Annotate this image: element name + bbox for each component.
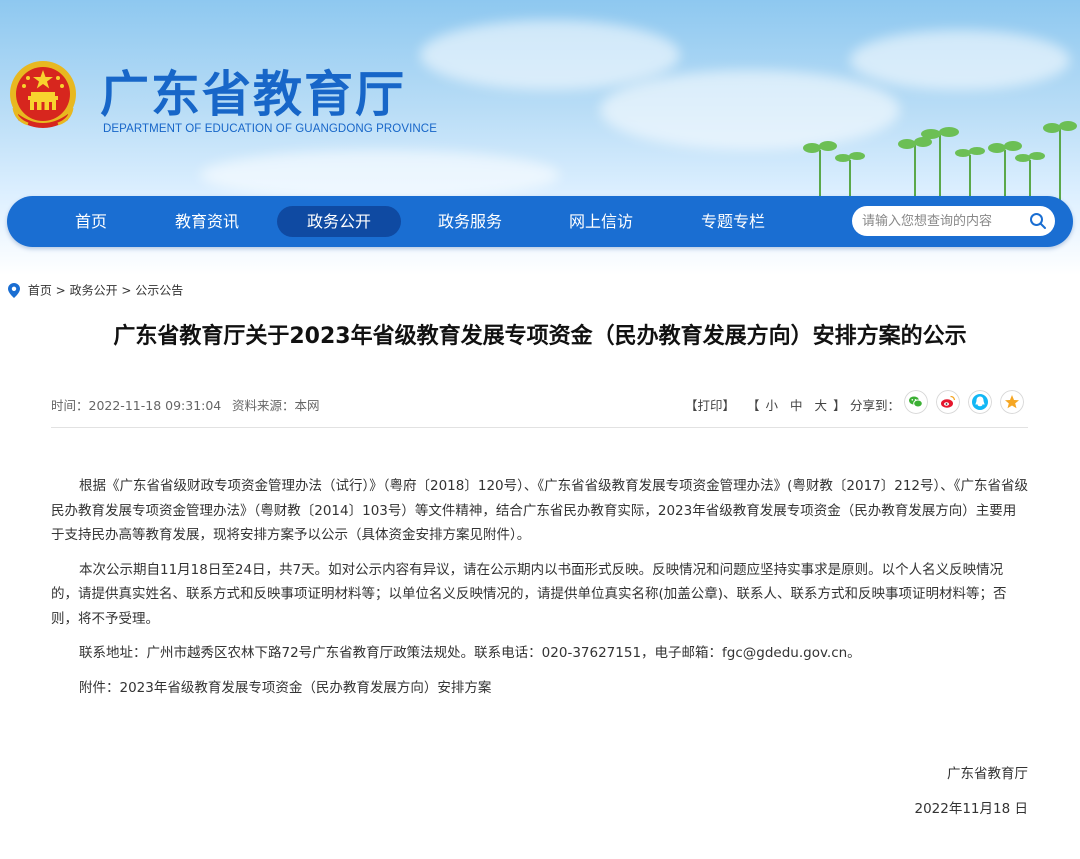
publish-time: 时间：2022-11-18 09:31:04 — [51, 398, 222, 413]
location-icon — [8, 283, 20, 298]
attachment-link[interactable]: 附件：2023年省级教育发展专项资金（民办教育发展方向）安排方案 — [51, 676, 1028, 701]
font-size-bracket-close: 】 — [833, 398, 846, 413]
article-paragraph: 联系地址：广州市越秀区农林下路72号广东省教育厅政策法规处。联系电话：020-3… — [79, 645, 861, 661]
print-button[interactable]: 【打印】 — [685, 395, 735, 414]
search-icon[interactable] — [1029, 212, 1047, 230]
nav-item-government-services[interactable]: 政务服务 — [422, 206, 518, 237]
share-label: 分享到： — [850, 398, 901, 413]
nav-item-government-affairs-public[interactable]: 政务公开 — [277, 206, 401, 237]
main-nav: 首页 教育资讯 政务公开 政务服务 网上信访 专题专栏 — [7, 196, 1073, 247]
search-input[interactable] — [862, 206, 1022, 236]
breadcrumb-government-affairs[interactable]: 政务公开 — [70, 284, 118, 298]
nav-item-special-topics[interactable]: 专题专栏 — [685, 206, 781, 237]
meta-divider — [51, 427, 1028, 428]
nav-item-home[interactable]: 首页 — [43, 206, 139, 237]
cloud-decoration — [420, 20, 680, 90]
search-box — [852, 206, 1055, 236]
article-paragraph: 本次公示期自11月18日至24日，共7天。如对公示内容有异议，请在公示期内以书面… — [51, 561, 1007, 627]
breadcrumb: 首页 > 政务公开 > 公示公告 — [8, 281, 183, 299]
weibo-icon[interactable] — [936, 390, 960, 414]
font-size-bracket-open: 【 — [747, 398, 760, 413]
font-size-small-button[interactable]: 小 — [766, 398, 779, 413]
sprout-decoration — [803, 121, 1077, 200]
article-paragraph: 根据《广东省省级财政专项资金管理办法（试行）》（粤府〔2018〕120号）、《广… — [51, 478, 1029, 543]
qzone-icon[interactable] — [1000, 390, 1024, 414]
breadcrumb-announcements[interactable]: 公示公告 — [135, 284, 183, 298]
site-subtitle: DEPARTMENT OF EDUCATION OF GUANGDONG PRO… — [103, 123, 437, 135]
article-title: 广东省教育厅关于2023年省级教育发展专项资金（民办教育发展方向）安排方案的公示 — [113, 324, 967, 349]
font-size-control: 【小中大】 — [747, 395, 846, 414]
header-banner: 广东省教育厅 DEPARTMENT OF EDUCATION OF GUANGD… — [0, 0, 1080, 275]
qq-icon[interactable] — [968, 390, 992, 414]
site-title: 广东省教育厅 — [100, 66, 407, 123]
cloud-decoration — [850, 30, 1070, 90]
cloud-decoration — [200, 150, 560, 200]
wechat-icon[interactable] — [904, 390, 928, 414]
nav-item-online-petition[interactable]: 网上信访 — [553, 206, 649, 237]
national-emblem-icon — [10, 61, 76, 128]
article-meta: 时间：2022-11-18 09:31:04 资料来源：本网 【打印】 【小中大… — [51, 390, 1028, 414]
article-source: 资料来源：本网 — [232, 398, 320, 413]
article-body: 根据《广东省省级财政专项资金管理办法（试行）》（粤府〔2018〕120号）、《广… — [51, 474, 1028, 710]
breadcrumb-separator: > — [55, 283, 66, 298]
signature: 广东省教育厅 — [947, 766, 1028, 782]
nav-item-education-news[interactable]: 教育资讯 — [159, 206, 255, 237]
font-size-medium-button[interactable]: 中 — [790, 398, 803, 413]
breadcrumb-separator: > — [121, 283, 132, 298]
signature-date: 2022年11月18 日 — [914, 801, 1028, 817]
breadcrumb-home[interactable]: 首页 — [28, 284, 52, 298]
font-size-large-button[interactable]: 大 — [815, 398, 828, 413]
